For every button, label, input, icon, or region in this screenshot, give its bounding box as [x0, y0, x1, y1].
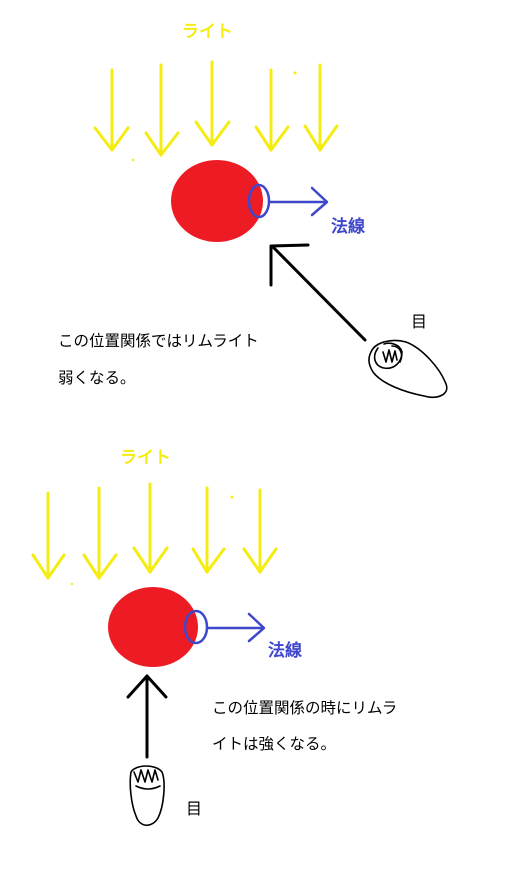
bottom-light-label: ライト: [120, 448, 171, 468]
bottom-light-arrow-1: [31, 491, 66, 580]
top-light-speck: [293, 71, 297, 75]
top-caption-line-2: 弱くなる。: [58, 369, 136, 387]
top-light-arrow-5: [303, 63, 339, 152]
top-scene: ライト 法線 目 この位置関係ではリムライト 弱くなる。: [58, 22, 448, 399]
bottom-light-arrows: [31, 482, 278, 580]
top-caption-line-1: この位置関係ではリムライト: [58, 332, 259, 350]
top-light-label: ライト: [182, 22, 233, 42]
bottom-light-arrow-5: [242, 488, 278, 574]
bottom-normal-label: 法線: [268, 640, 302, 661]
bottom-light-speck-2: [70, 582, 74, 586]
bottom-light-arrow-3: [132, 482, 169, 574]
top-eye-icon: [368, 339, 448, 399]
top-eye-label: 目: [411, 312, 427, 331]
bottom-eye-icon: [129, 765, 165, 827]
bottom-light-arrow-4: [191, 486, 226, 574]
top-light-arrow-4: [254, 68, 290, 152]
bottom-caption-line-2: イトは強くなる。: [212, 735, 336, 753]
bottom-scene: ライト 法線 目 この位置関係の時にリムラ イトは強くなる。: [31, 448, 397, 827]
top-light-speck-2: [131, 158, 135, 162]
top-light-arrow-3: [194, 60, 231, 147]
top-view-arrow: [269, 243, 367, 342]
top-light-arrows: [93, 60, 339, 157]
top-light-arrow-2: [144, 63, 180, 157]
bottom-light-speck: [230, 495, 234, 499]
top-normal-label: 法線: [331, 216, 365, 237]
bottom-eye-label: 目: [186, 799, 202, 818]
bottom-light-arrow-2: [82, 486, 118, 580]
rim-light-diagram: ライト 法線 目 この位置関係ではリムライト 弱くなる。 ライト 法線 目 この…: [31, 22, 448, 827]
top-light-arrow-1: [93, 68, 130, 152]
bottom-caption-line-1: この位置関係の時にリムラ: [212, 699, 397, 717]
bottom-view-arrow: [126, 674, 168, 759]
